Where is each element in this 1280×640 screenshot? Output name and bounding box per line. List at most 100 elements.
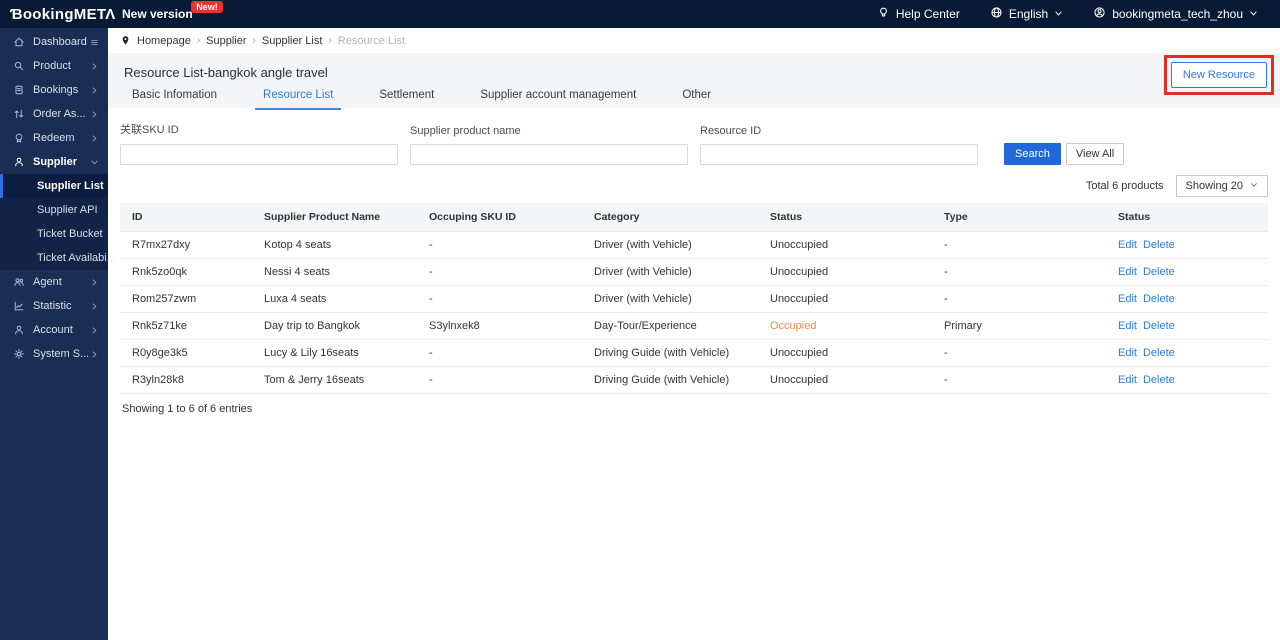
- user-circle-icon: [1093, 6, 1106, 22]
- delete-link[interactable]: Delete: [1143, 320, 1175, 332]
- cell-name: Lucy & Lily 16seats: [252, 339, 417, 367]
- sidebar-item-system-s[interactable]: System S...: [0, 342, 108, 366]
- tab-resource-list[interactable]: Resource List: [255, 89, 342, 110]
- search-button[interactable]: Search: [1004, 143, 1061, 165]
- breadcrumb: Homepage › Supplier › Supplier List › Resource…: [108, 28, 1280, 53]
- user-icon: [13, 324, 25, 336]
- cell-actions: Edit Delete: [1106, 285, 1268, 313]
- delete-link[interactable]: Delete: [1143, 347, 1175, 359]
- column-header: Supplier Product Name: [252, 203, 417, 232]
- chevron-right-icon: [90, 302, 99, 311]
- sidebar-subitem-label: Ticket Availabi...: [37, 252, 116, 264]
- search-icon: [13, 60, 25, 72]
- sidebar-item-order-as[interactable]: Order As...: [0, 102, 108, 126]
- total-products-text: Total 6 products: [1085, 180, 1164, 192]
- sidebar: Dashboard Product Bookings Order As... Redee…: [0, 28, 116, 640]
- cell-category: Driver (with Vehicle): [582, 231, 758, 259]
- chevron-down-icon: [1054, 7, 1063, 21]
- tab-supplier-account-management[interactable]: Supplier account management: [472, 89, 644, 110]
- breadcrumb-item[interactable]: Supplier: [206, 35, 246, 47]
- sidebar-item-ticket-availabi[interactable]: Ticket Availabi...: [0, 246, 116, 270]
- sidebar-item-label: Statistic: [33, 300, 72, 312]
- tab-settlement[interactable]: Settlement: [371, 89, 442, 110]
- sidebar-subitem-label: Supplier API: [37, 204, 98, 216]
- cell-sku: -: [417, 285, 582, 313]
- sidebar-item-bookings[interactable]: Bookings: [0, 78, 108, 102]
- location-pin-icon: [120, 35, 131, 46]
- delete-link[interactable]: Delete: [1143, 374, 1175, 386]
- tab-other[interactable]: Other: [674, 89, 719, 110]
- cell-type: -: [932, 285, 1106, 313]
- sidebar-item-dashboard[interactable]: Dashboard: [0, 30, 108, 54]
- sidebar-item-supplier-list[interactable]: Supplier List: [0, 174, 108, 198]
- edit-link[interactable]: Edit: [1118, 374, 1137, 386]
- sidebar-item-supplier-api[interactable]: Supplier API: [0, 198, 108, 222]
- cell-id: R0y8ge3k5: [120, 339, 252, 367]
- filter-field: Resource ID: [700, 125, 978, 165]
- breadcrumb-item[interactable]: Supplier List: [262, 35, 323, 47]
- sidebar-item-product[interactable]: Product: [0, 54, 108, 78]
- chevron-down-icon: [1250, 180, 1258, 192]
- column-header: ID: [120, 203, 252, 232]
- sidebar-item-ticket-bucket[interactable]: Ticket Bucket: [0, 222, 108, 246]
- breadcrumb-item[interactable]: Homepage: [137, 35, 191, 47]
- filter-field: 关联SKU ID: [120, 121, 398, 165]
- cell-name: Tom & Jerry 16seats: [252, 366, 417, 394]
- chevron-right-icon: [90, 62, 99, 71]
- help-center-link[interactable]: Help Center: [877, 6, 960, 22]
- sidebar-item-supplier[interactable]: Supplier: [0, 150, 108, 174]
- top-navbar: ƁookingMΕΤΛ New version New! Help Center…: [0, 0, 1280, 28]
- filter-input-1[interactable]: [410, 144, 688, 165]
- cell-sku: S3ylnxek8: [417, 312, 582, 340]
- filter-input-2[interactable]: [700, 144, 978, 165]
- new-resource-button[interactable]: New Resource: [1170, 62, 1267, 88]
- chart-icon: [13, 300, 25, 312]
- language-label: English: [1008, 7, 1049, 21]
- edit-link[interactable]: Edit: [1118, 239, 1137, 251]
- sidebar-item-statistic[interactable]: Statistic: [0, 294, 108, 318]
- cell-actions: Edit Delete: [1106, 258, 1268, 286]
- cell-category: Driving Guide (with Vehicle): [582, 366, 758, 394]
- cell-id: Rom257zwm: [120, 285, 252, 313]
- sidebar-item-label: Bookings: [33, 84, 79, 96]
- sidebar-item-label: Order As...: [33, 108, 86, 120]
- delete-link[interactable]: Delete: [1143, 266, 1175, 278]
- user-menu[interactable]: bookingmeta_tech_zhou: [1093, 6, 1258, 22]
- page-size-label: Showing 20: [1185, 180, 1244, 192]
- breadcrumb-item: Resource List: [337, 34, 406, 47]
- page-size-dropdown[interactable]: Showing 20: [1175, 175, 1268, 197]
- edit-link[interactable]: Edit: [1118, 266, 1137, 278]
- delete-link[interactable]: Delete: [1143, 239, 1175, 251]
- resource-table: ID Supplier Product Name Occuping SKU ID Ca…: [120, 203, 1268, 394]
- menu-icon[interactable]: [90, 38, 99, 47]
- sidebar-item-redeem[interactable]: Redeem: [0, 126, 108, 150]
- sidebar-item-label: Agent: [33, 276, 62, 288]
- cell-id: Rnk5z71ke: [120, 312, 252, 340]
- cell-status: Unoccupied: [758, 339, 932, 367]
- edit-link[interactable]: Edit: [1118, 293, 1137, 305]
- cell-type: -: [932, 339, 1106, 367]
- table-row: R0y8ge3k5 Lucy & Lily 16seats - Driving Gui…: [120, 339, 1268, 367]
- breadcrumb-separator: ›: [252, 35, 256, 46]
- cell-type: -: [932, 258, 1106, 286]
- breadcrumb-separator: ›: [328, 35, 332, 46]
- sidebar-submenu: Supplier List Supplier API Ticket Bucket Ti…: [0, 174, 116, 270]
- table-header-row: ID Supplier Product Name Occuping SKU ID Ca…: [120, 203, 1268, 232]
- filter-input-0[interactable]: [120, 144, 398, 165]
- tab-basic-infomation[interactable]: Basic Infomation: [124, 89, 225, 110]
- language-selector[interactable]: English: [990, 6, 1063, 22]
- delete-link[interactable]: Delete: [1143, 293, 1175, 305]
- globe-icon: [990, 6, 1003, 22]
- edit-link[interactable]: Edit: [1118, 320, 1137, 332]
- sidebar-item-label: Product: [33, 60, 71, 72]
- sidebar-item-account[interactable]: Account: [0, 318, 108, 342]
- cell-sku: -: [417, 258, 582, 286]
- table-row: Rnk5zo0qk Nessi 4 seats - Driver (with Vehi…: [120, 258, 1268, 286]
- new-version-link[interactable]: New version New!: [122, 1, 223, 21]
- view-all-button[interactable]: View All: [1065, 143, 1125, 165]
- column-header: Status: [1106, 203, 1268, 232]
- edit-link[interactable]: Edit: [1118, 347, 1137, 359]
- cell-name: Day trip to Bangkok: [252, 312, 417, 340]
- new-version-label: New version: [122, 7, 193, 21]
- sidebar-item-agent[interactable]: Agent: [0, 270, 108, 294]
